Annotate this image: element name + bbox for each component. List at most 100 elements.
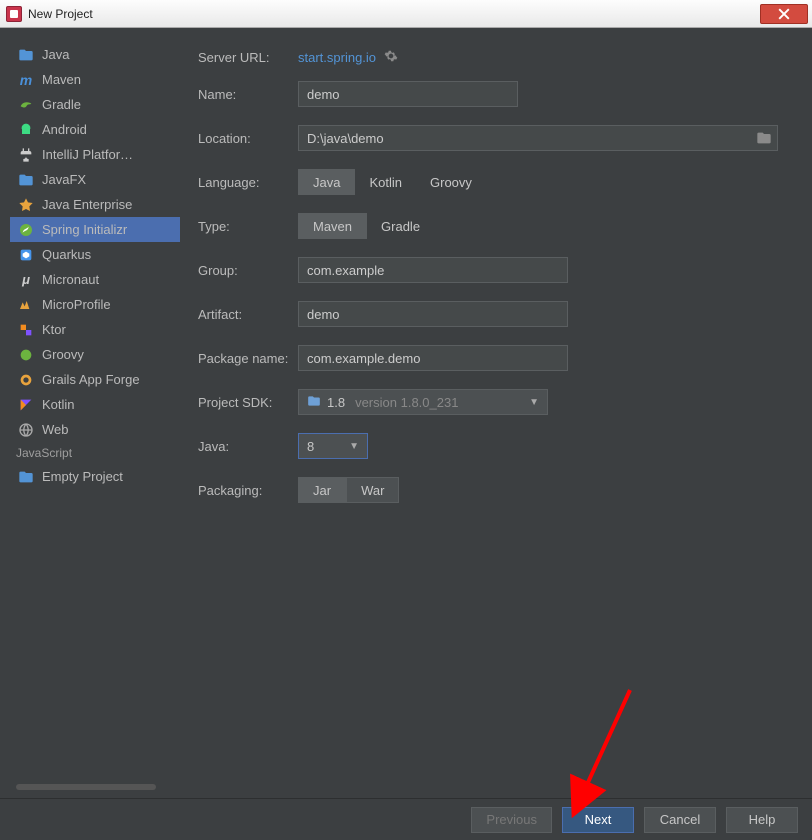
sidebar-item-label: Spring Initializr [42,222,142,237]
close-icon [778,8,790,20]
sidebar-item-empty-project[interactable]: Empty Project [10,464,180,489]
kotlin-icon [18,397,34,413]
folder-blue-icon [18,469,34,485]
artifact-input[interactable] [298,301,568,327]
groovy-icon [18,347,34,363]
name-row: Name: [198,72,788,116]
packaging-option-war[interactable]: War [346,477,399,503]
app-icon [6,6,22,22]
sidebar-item-maven[interactable]: m Maven [10,67,180,92]
sidebar: Javam Maven Gradle Android IntelliJ Platform… [10,42,180,798]
location-input[interactable] [298,125,778,151]
sdk-row: Project SDK: 1.8 version 1.8.0_231 ▼ [198,380,788,424]
language-option-groovy[interactable]: Groovy [416,169,486,195]
artifact-label: Artifact: [198,307,298,322]
sidebar-item-gradle[interactable]: Gradle [10,92,180,117]
type-option-gradle[interactable]: Gradle [367,213,434,239]
folder-icon [307,394,321,411]
window-title: New Project [28,7,93,21]
sdk-version: version 1.8.0_231 [355,395,458,410]
sidebar-item-label: Gradle [42,97,142,112]
packaging-option-jar[interactable]: Jar [298,477,346,503]
type-group: MavenGradle [298,213,434,239]
artifact-row: Artifact: [198,292,788,336]
package-label: Package name: [198,351,298,366]
sidebar-item-label: Java [42,47,142,62]
packaging-group: JarWar [298,477,399,503]
sidebar-item-ktor[interactable]: Ktor [10,317,180,342]
sidebar-item-label: Android [42,122,142,137]
sidebar-item-spring-initializr[interactable]: Spring Initializr [10,217,180,242]
spring-icon [18,222,34,238]
maven-icon: m [18,72,34,88]
sidebar-item-javafx[interactable]: JavaFX [10,167,180,192]
previous-button[interactable]: Previous [471,807,552,833]
sidebar-item-grails-app-forge[interactable]: Grails App Forge [10,367,180,392]
sidebar-item-groovy[interactable]: Groovy [10,342,180,367]
android-icon [18,122,34,138]
sidebar-item-kotlin[interactable]: Kotlin [10,392,180,417]
sidebar-item-label: Micronaut [42,272,142,287]
jee-icon [18,197,34,213]
microprofile-icon [18,297,34,313]
quarkus-icon [18,247,34,263]
server-url-link[interactable]: start.spring.io [298,50,376,65]
sidebar-list: Javam Maven Gradle Android IntelliJ Platform… [10,42,180,780]
sidebar-section: JavaScript [10,442,180,464]
sdk-dropdown[interactable]: 1.8 version 1.8.0_231 ▼ [298,389,548,415]
sidebar-item-intellij-platform-plugin[interactable]: IntelliJ Platform Plugin [10,142,180,167]
sidebar-item-label: Empty Project [42,469,142,484]
java-dropdown[interactable]: 8 ▼ [298,433,368,459]
location-label: Location: [198,131,298,146]
language-option-java[interactable]: Java [298,169,355,195]
titlebar: New Project [0,0,812,28]
sidebar-item-java-enterprise[interactable]: Java Enterprise [10,192,180,217]
sidebar-item-label: Maven [42,72,142,87]
cancel-button[interactable]: Cancel [644,807,716,833]
sidebar-item-microprofile[interactable]: MicroProfile [10,292,180,317]
sidebar-item-micronaut[interactable]: μ Micronaut [10,267,180,292]
sidebar-item-java[interactable]: Java [10,42,180,67]
location-row: Location: [198,116,788,160]
next-button[interactable]: Next [562,807,634,833]
group-label: Group: [198,263,298,278]
help-button[interactable]: Help [726,807,798,833]
group-row: Group: [198,248,788,292]
sidebar-item-label: JavaFX [42,172,142,187]
sidebar-item-quarkus[interactable]: Quarkus [10,242,180,267]
sidebar-item-label: Web [42,422,142,437]
sidebar-item-label: Groovy [42,347,142,362]
grails-icon [18,372,34,388]
packaging-label: Packaging: [198,483,298,498]
language-label: Language: [198,175,298,190]
folder-blue-icon [18,47,34,63]
content: JavamMavenGradleAndroidIntelliJ Platform… [0,28,812,798]
sidebar-item-label: Java Enterprise [42,197,142,212]
type-row: Type: MavenGradle [198,204,788,248]
gear-icon[interactable] [384,49,398,66]
form-area: Server URL: start.spring.io Name: Locati… [180,42,802,798]
folder-icon[interactable] [756,130,772,149]
group-input[interactable] [298,257,568,283]
server-url-label: Server URL: [198,50,298,65]
name-input[interactable] [298,81,518,107]
java-value: 8 [307,439,314,454]
name-label: Name: [198,87,298,102]
sidebar-item-web[interactable]: Web [10,417,180,442]
micronaut-icon: μ [18,272,34,288]
sidebar-item-android[interactable]: Android [10,117,180,142]
close-button[interactable] [760,4,808,24]
java-row: Java: 8 ▼ [198,424,788,468]
package-row: Package name: [198,336,788,380]
scrollbar[interactable] [16,784,156,790]
type-option-maven[interactable]: Maven [298,213,367,239]
gradle-icon [18,97,34,113]
server-url-row: Server URL: start.spring.io [198,42,788,72]
language-group: JavaKotlinGroovy [298,169,486,195]
language-option-kotlin[interactable]: Kotlin [355,169,416,195]
package-input[interactable] [298,345,568,371]
sidebar-item-label: Grails App Forge [42,372,142,387]
folder-blue-icon [18,172,34,188]
sdk-name: 1.8 [327,395,345,410]
web-icon [18,422,34,438]
